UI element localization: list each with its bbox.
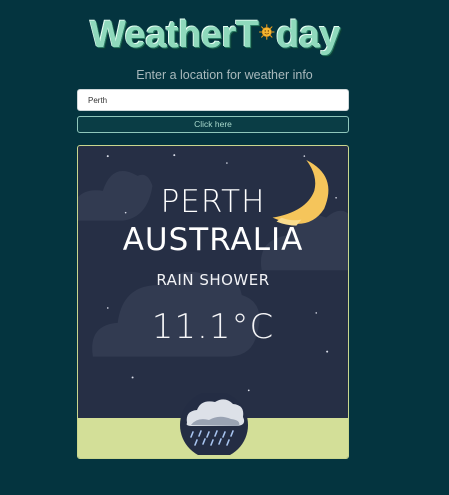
location-input[interactable]	[77, 89, 349, 111]
rain-cloud-icon	[180, 393, 248, 455]
logo-text-end: day	[276, 14, 340, 56]
weather-condition: RAIN SHOWER	[156, 271, 270, 289]
submit-button[interactable]: Click here	[77, 116, 349, 133]
sun-icon	[259, 24, 276, 40]
app-logo: WeatherT day	[90, 12, 340, 58]
logo-text-start: WeatherT	[90, 14, 259, 56]
location-prompt: Enter a location for weather info	[136, 68, 313, 82]
temperature: 11.1°C	[151, 307, 275, 347]
country-name: AUSTRALIA	[122, 222, 304, 258]
city-name: PERTH	[160, 184, 266, 220]
weather-card: PERTH AUSTRALIA RAIN SHOWER 11.1°C	[77, 145, 349, 459]
